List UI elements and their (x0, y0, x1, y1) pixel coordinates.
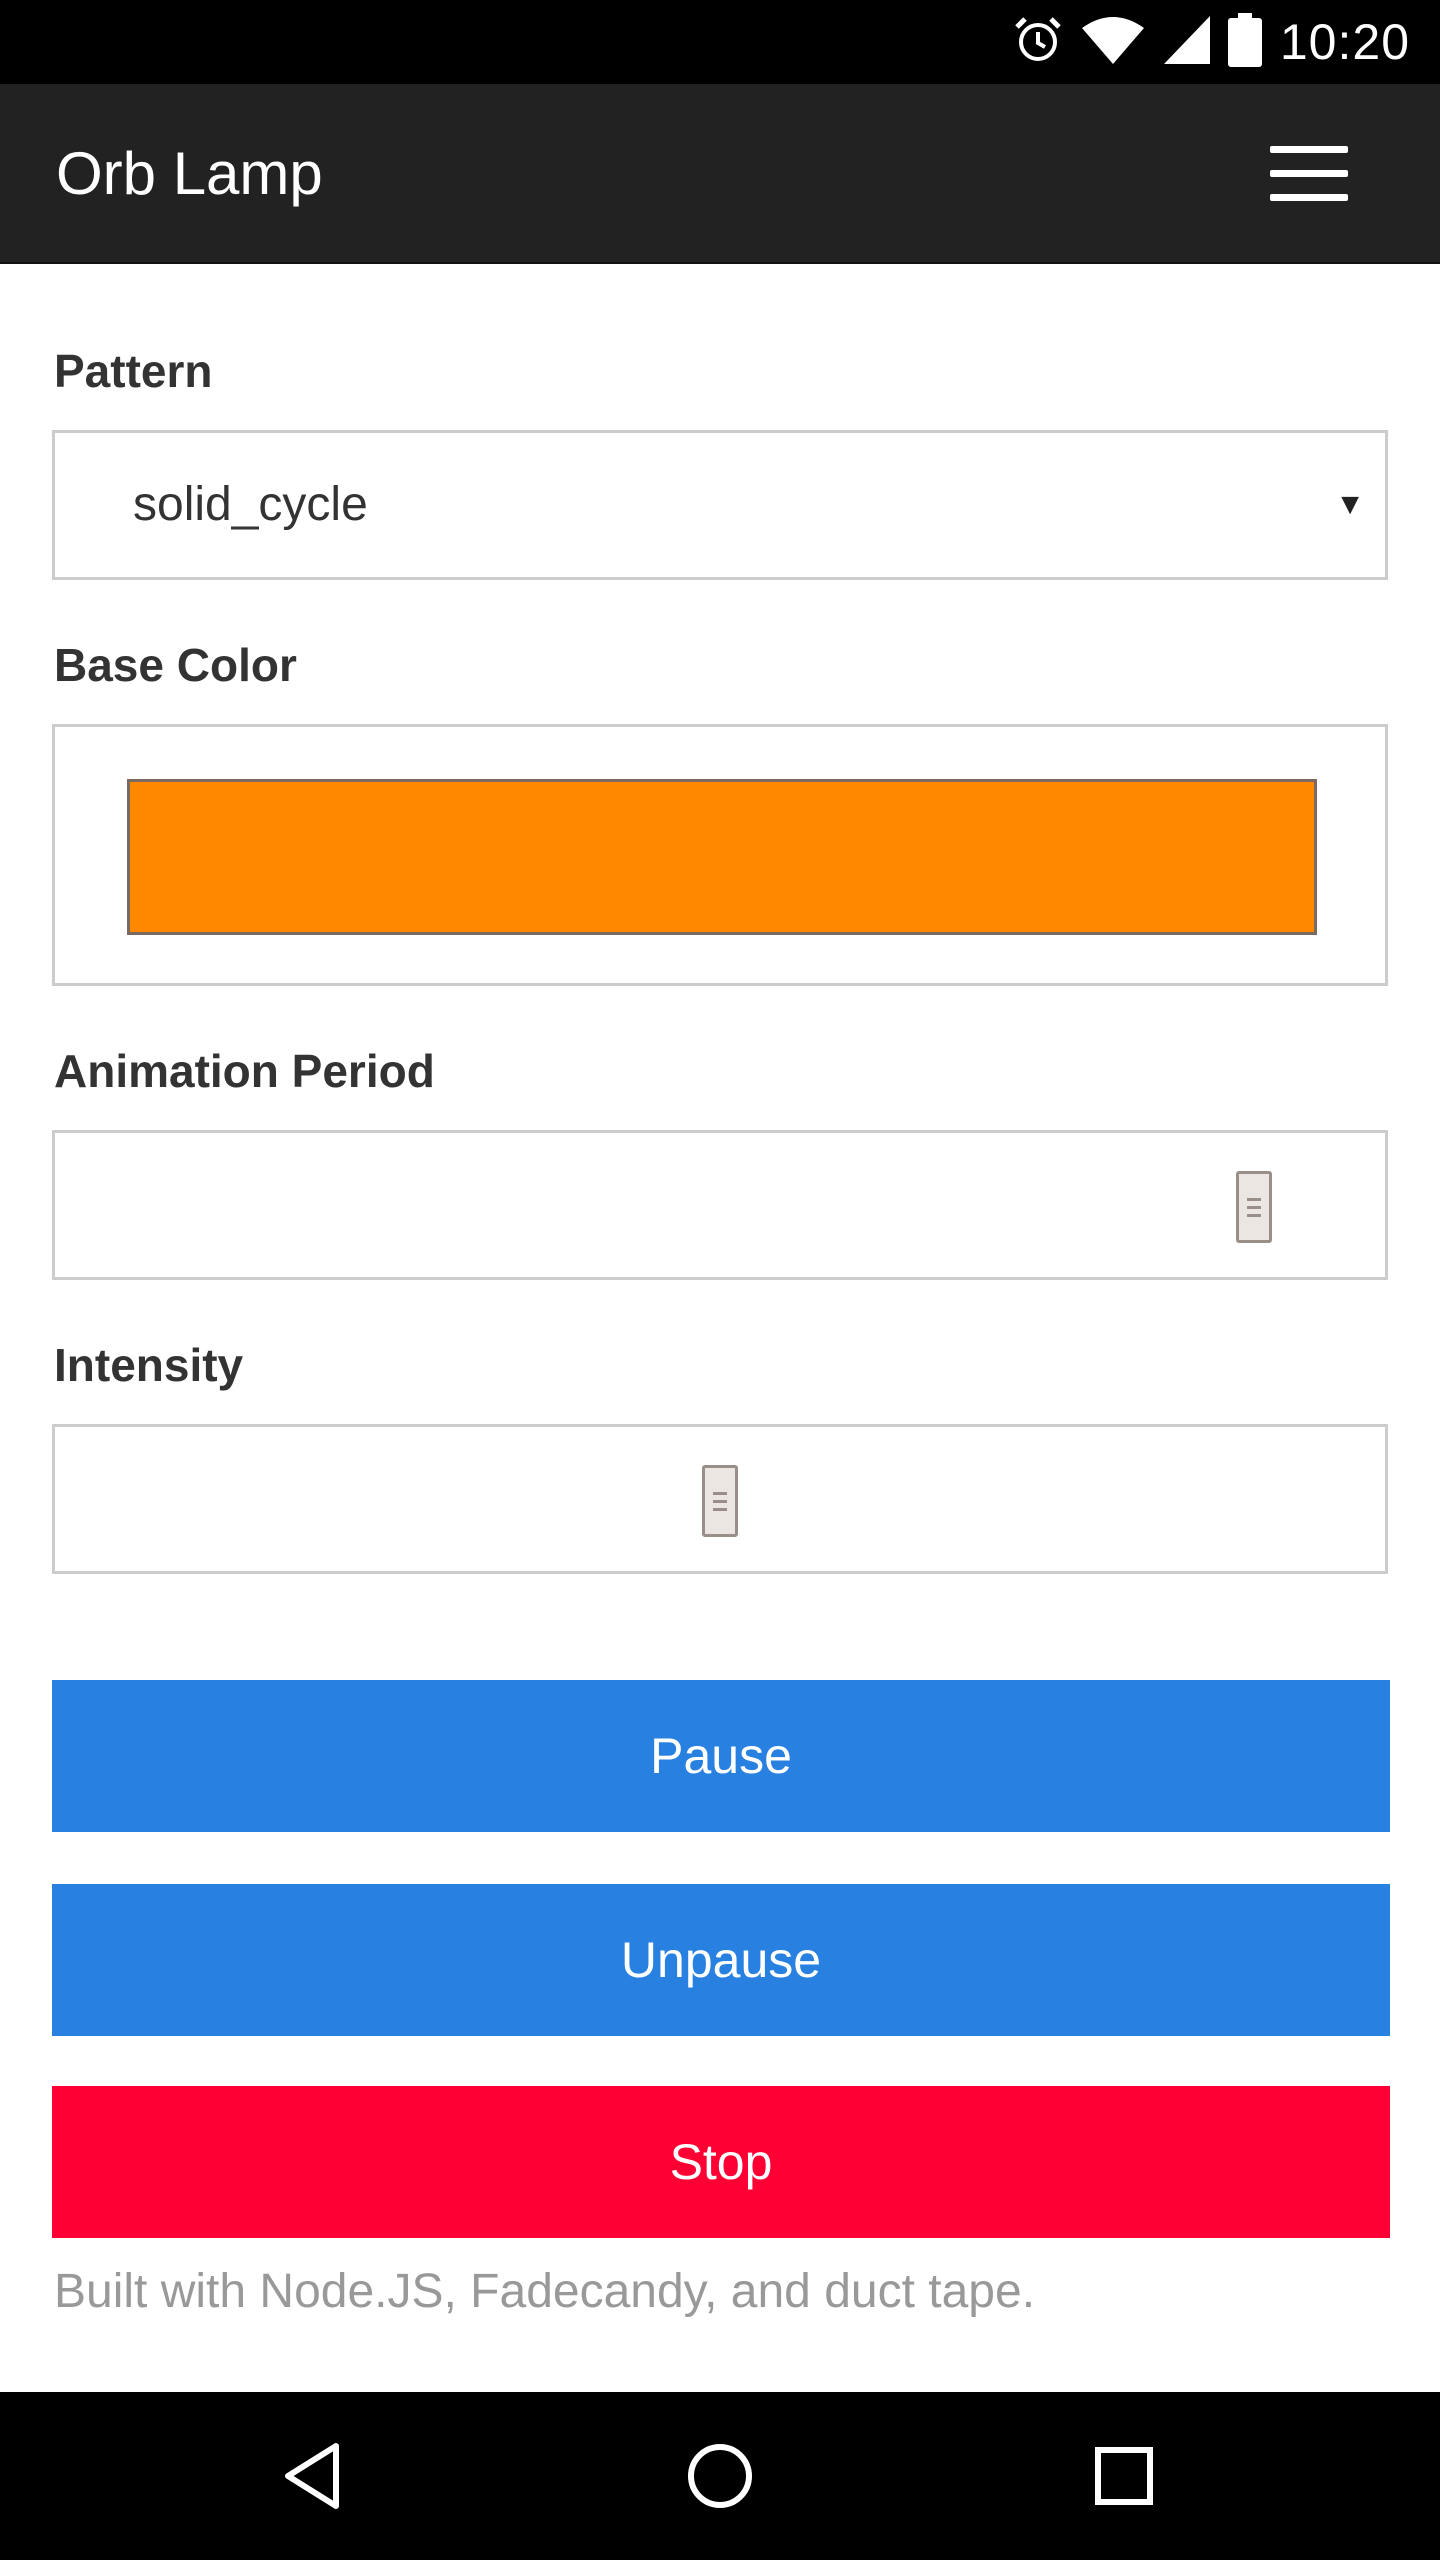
base-color-field (52, 724, 1388, 986)
hamburger-menu-icon[interactable] (1270, 146, 1348, 202)
back-icon[interactable] (274, 2434, 358, 2518)
animation-period-label: Animation Period (54, 1045, 435, 1097)
dropdown-arrow-icon: ▼ (1335, 488, 1365, 521)
menu-line (1270, 170, 1348, 177)
unpause-button[interactable]: Unpause (52, 1884, 1390, 2036)
menu-line (1270, 146, 1348, 153)
pattern-select-value: solid_cycle (133, 478, 368, 531)
menu-line (1270, 194, 1348, 201)
pattern-label: Pattern (54, 345, 213, 397)
base-color-swatch[interactable] (127, 779, 1317, 935)
status-time: 10:20 (1279, 14, 1410, 70)
app-title: Orb Lamp (56, 140, 323, 207)
stop-button[interactable]: Stop (52, 2086, 1390, 2238)
intensity-slider[interactable] (52, 1424, 1388, 1574)
navigation-bar (0, 2392, 1440, 2560)
app-bar: Orb Lamp (0, 84, 1440, 264)
battery-icon (1227, 12, 1262, 72)
recents-icon[interactable] (1082, 2434, 1166, 2518)
alarm-icon (1012, 14, 1064, 71)
pattern-select[interactable]: solid_cycle ▼ (52, 430, 1388, 580)
home-icon[interactable] (678, 2434, 762, 2518)
status-bar: 10:20 (0, 0, 1440, 84)
intensity-slider-thumb[interactable] (702, 1465, 738, 1537)
intensity-label: Intensity (54, 1339, 244, 1391)
signal-icon (1162, 14, 1212, 71)
pause-button[interactable]: Pause (52, 1680, 1390, 1832)
animation-period-slider-thumb[interactable] (1236, 1171, 1273, 1243)
wifi-icon (1080, 14, 1146, 71)
footer-text: Built with Node.JS, Fadecandy, and duct … (54, 2265, 1036, 2318)
base-color-label: Base Color (54, 639, 297, 691)
status-icons (1012, 12, 1262, 72)
animation-period-slider[interactable] (52, 1130, 1388, 1280)
